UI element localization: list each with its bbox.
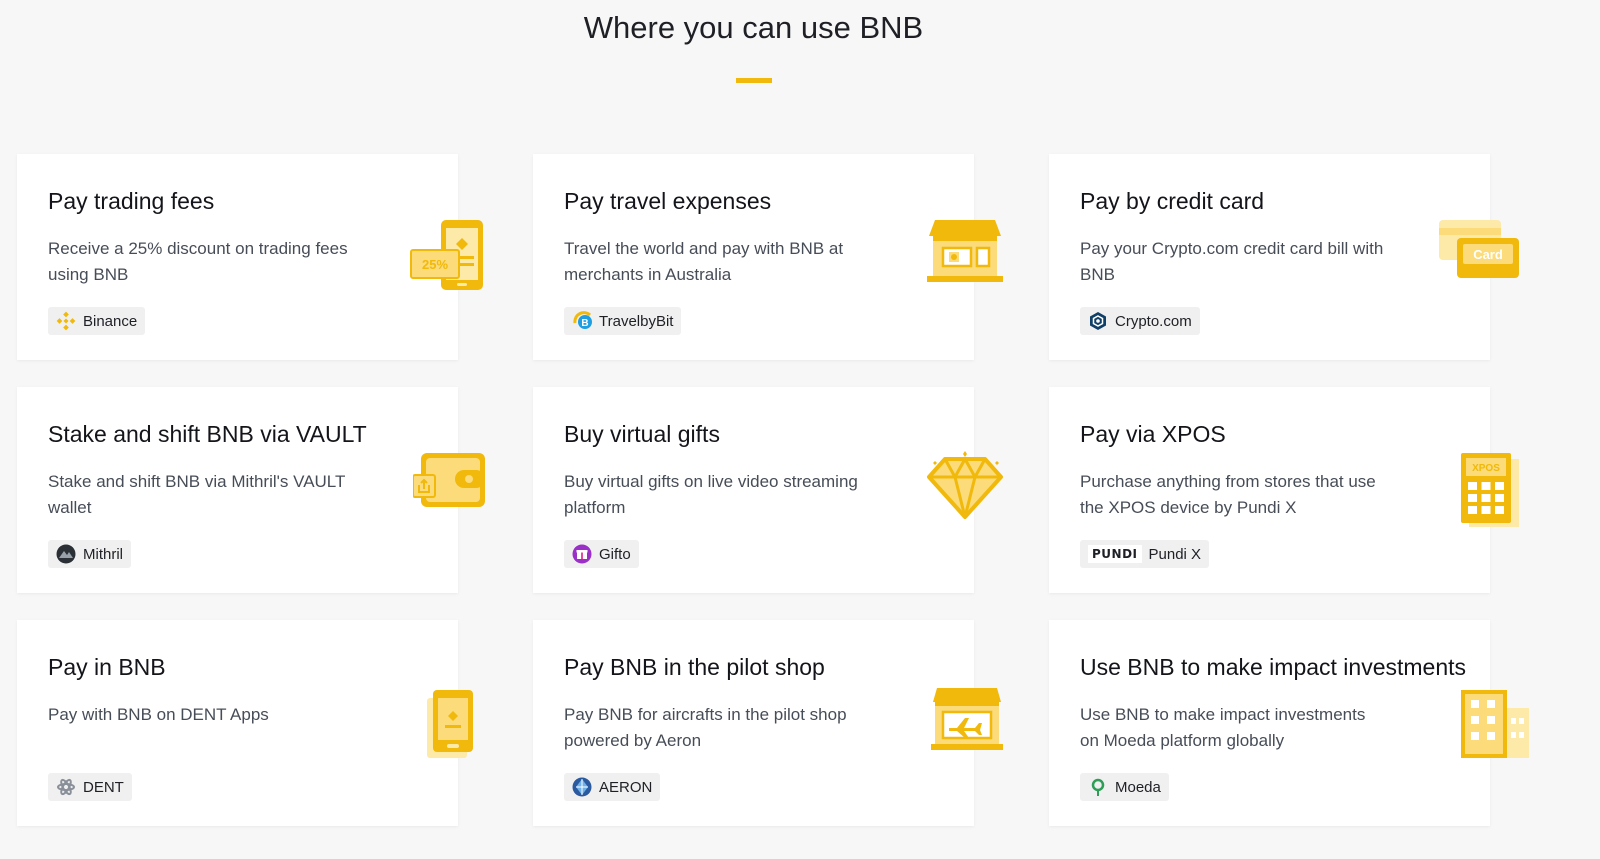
use-cases-grid: Pay trading fees Receive a 25% discount … [17,154,1529,826]
partner-name: Crypto.com [1115,312,1192,330]
partner-name: TravelbyBit [599,312,674,330]
binance-logo-icon [56,311,76,331]
svg-text:25%: 25% [422,257,448,272]
aeron-logo-icon [572,777,592,797]
diamond-icon [927,451,1003,521]
airplane-shop-icon [931,688,1003,752]
partner-badge-travelbybit[interactable]: B TravelbyBit [564,307,682,335]
partner-name: Mithril [83,545,123,563]
card-title: Pay in BNB [48,654,166,680]
crypto-com-logo-icon [1088,311,1108,331]
partner-name: Binance [83,312,138,330]
card-description: Stake and shift BNB via Mithril's VAULT … [48,472,346,517]
partner-badge-dent[interactable]: DENT [48,773,132,801]
card-stake-and-shift[interactable]: Stake and shift BNB via VAULT Stake and … [17,387,485,593]
travelbybit-logo-icon: B [572,311,592,331]
card-title: Pay travel expenses [564,188,772,214]
phone-discount-icon: 25% [409,220,487,292]
card-pay-via-xpos[interactable]: Pay via XPOS Purchase anything from stor… [1049,387,1519,593]
partner-badge-mithril[interactable]: Mithril [48,540,131,568]
partner-badge-gifto[interactable]: Gifto [564,540,639,568]
partner-badge-binance[interactable]: Binance [48,307,146,335]
card-title: Stake and shift BNB via VAULT [48,421,367,447]
card-pay-travel-expenses[interactable]: Pay travel expenses Travel the world and… [533,154,1003,360]
card-pay-trading-fees[interactable]: Pay trading fees Receive a 25% discount … [17,154,483,360]
mobile-phone-icon [427,690,475,760]
card-pay-bnb-pilot-shop[interactable]: Pay BNB in the pilot shop Pay BNB for ai… [533,620,1003,826]
title-underline [736,78,772,83]
card-description: Pay BNB for aircrafts in the pilot shop … [564,705,847,750]
credit-card-icon: Card [1439,220,1521,282]
page-title: Where you can use BNB [583,10,924,45]
card-title: Buy virtual gifts [564,421,720,447]
card-pay-by-credit-card[interactable]: Pay by credit card Pay your Crypto.com c… [1049,154,1519,360]
pos-terminal-icon: XPOS [1461,453,1521,529]
pundi-x-logo-icon: PUNDI [1088,545,1142,563]
gifto-logo-icon [572,544,592,564]
card-description: Buy virtual gifts on live video streamin… [564,472,858,517]
partner-name: Pundi X [1148,545,1202,563]
card-title: Pay BNB in the pilot shop [564,654,825,680]
card-description: Pay your Crypto.com credit card bill wit… [1080,239,1384,284]
wallet-icon [413,453,487,511]
partner-badge-pundi-x[interactable]: PUNDI Pundi X [1080,540,1210,568]
card-description: Receive a 25% discount on trading fees u… [48,239,348,284]
moeda-logo-icon [1088,777,1108,797]
card-description: Travel the world and pay with BNB at mer… [564,239,844,284]
card-description: Pay with BNB on DENT Apps [48,705,269,724]
partner-name: AERON [599,778,653,796]
card-title: Pay by credit card [1080,188,1265,214]
card-pay-in-bnb[interactable]: Pay in BNB Pay with BNB on DENT Apps DEN… [17,620,473,826]
card-buy-virtual-gifts[interactable]: Buy virtual gifts Buy virtual gifts on l… [533,387,1003,593]
svg-text:Card: Card [1473,247,1503,262]
svg-text:B: B [581,318,588,329]
partner-name: Gifto [599,545,631,563]
card-description: Use BNB to make impact investments on Mo… [1080,705,1366,750]
shop-storefront-icon [927,220,1003,284]
mithril-logo-icon [56,544,76,564]
partner-name: DENT [83,778,124,796]
partner-name: Moeda [1115,778,1161,796]
partner-badge-aeron[interactable]: AERON [564,773,661,801]
dent-logo-icon [56,777,76,797]
card-title: Pay trading fees [48,188,215,214]
building-icon [1461,690,1531,760]
card-description: Purchase anything from stores that use t… [1080,472,1376,517]
svg-text:XPOS: XPOS [1472,463,1500,474]
card-title: Use BNB to make impact investments [1080,654,1467,680]
partner-badge-moeda[interactable]: Moeda [1080,773,1169,801]
card-title: Pay via XPOS [1080,421,1226,447]
partner-badge-crypto-com[interactable]: Crypto.com [1080,307,1200,335]
card-impact-investments[interactable]: Use BNB to make impact investments Use B… [1049,620,1529,826]
